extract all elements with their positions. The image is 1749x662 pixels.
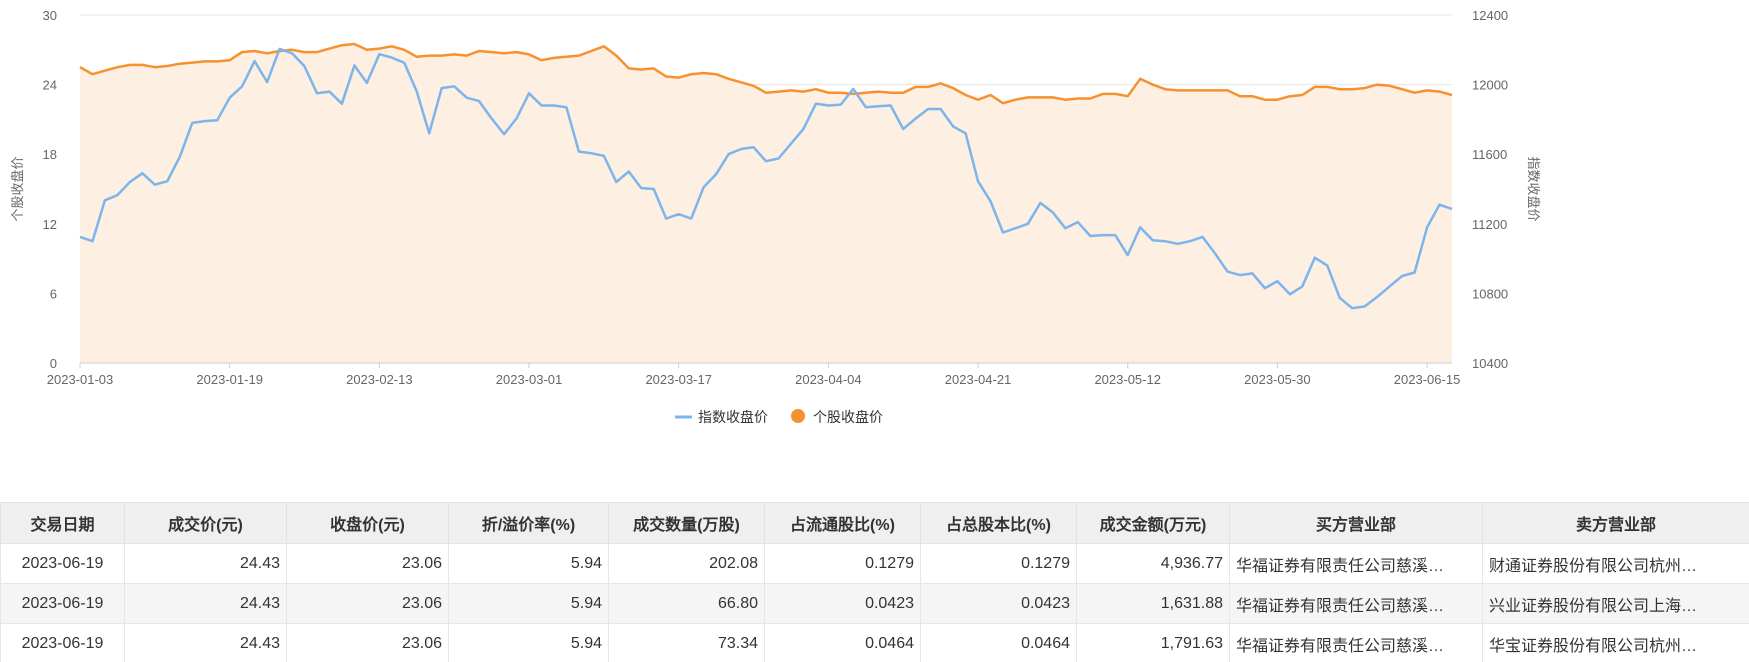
y-left-tick-label: 0 [50, 356, 57, 371]
header-amount[interactable]: 成交金额(万元) [1076, 502, 1230, 544]
header-deal-price[interactable]: 成交价(元) [124, 502, 287, 544]
y-left-tick-label: 6 [50, 286, 57, 301]
cell-float-ratio: 0.1279 [764, 543, 921, 584]
y-right-tick-label: 10800 [1472, 286, 1508, 301]
cell-buyer[interactable]: 华福证券有限责任公司慈溪… [1229, 543, 1483, 584]
header-trade-date[interactable]: 交易日期 [0, 502, 125, 544]
cell-premium-rate: 5.94 [448, 583, 609, 624]
cell-seller[interactable]: 华宝证券股份有限公司杭州… [1482, 623, 1749, 662]
y-left-tick-label: 24 [43, 78, 57, 93]
cell-volume: 202.08 [608, 543, 765, 584]
cell-buyer[interactable]: 华福证券有限责任公司慈溪… [1229, 623, 1483, 662]
y-left-tick-label: 18 [43, 147, 57, 162]
cell-total-ratio: 0.0423 [920, 583, 1077, 624]
y-left-tick-label: 12 [43, 217, 57, 232]
cell-trade-date: 2023-06-19 [0, 623, 125, 662]
cell-buyer[interactable]: 华福证券有限责任公司慈溪… [1229, 583, 1483, 624]
table-row: 2023-06-19 24.43 23.06 5.94 202.08 0.127… [0, 543, 1749, 584]
x-tick-label: 2023-06-15 [1394, 372, 1461, 387]
header-buyer[interactable]: 买方营业部 [1229, 502, 1483, 544]
x-tick-label: 2023-03-17 [645, 372, 712, 387]
cell-trade-date: 2023-06-19 [0, 543, 125, 584]
table-header-row: 交易日期 成交价(元) 收盘价(元) 折/溢价率(%) 成交数量(万股) 占流通… [0, 502, 1749, 544]
cell-amount: 1,791.63 [1076, 623, 1230, 662]
x-tick-label: 2023-04-21 [945, 372, 1012, 387]
cell-amount: 4,936.77 [1076, 543, 1230, 584]
cell-amount: 1,631.88 [1076, 583, 1230, 624]
y-right-tick-label: 12000 [1472, 78, 1508, 93]
x-tick-label: 2023-01-19 [196, 372, 263, 387]
cell-float-ratio: 0.0464 [764, 623, 921, 662]
cell-volume: 66.80 [608, 583, 765, 624]
x-tick-label: 2023-05-30 [1244, 372, 1311, 387]
y-left-tick-label: 30 [43, 8, 57, 23]
x-tick-label: 2023-04-04 [795, 372, 862, 387]
cell-premium-rate: 5.94 [448, 543, 609, 584]
cell-close-price: 23.06 [286, 583, 449, 624]
cell-trade-date: 2023-06-19 [0, 583, 125, 624]
cell-seller[interactable]: 兴业证券股份有限公司上海… [1482, 583, 1749, 624]
y-right-axis-title: 指数收盘价 [1526, 156, 1541, 221]
header-close-price[interactable]: 收盘价(元) [286, 502, 449, 544]
cell-close-price: 23.06 [286, 623, 449, 662]
cell-volume: 73.34 [608, 623, 765, 662]
y-right-tick-label: 12400 [1472, 8, 1508, 23]
y-right-tick-label: 11600 [1472, 147, 1507, 162]
x-tick-label: 2023-01-03 [47, 372, 114, 387]
chart-svg: 2023-01-03 2023-01-19 2023-02-13 2023-03-01… [10, 8, 1541, 425]
header-volume[interactable]: 成交数量(万股) [608, 502, 765, 544]
y-right-tick-label: 11200 [1472, 217, 1507, 232]
header-seller[interactable]: 卖方营业部 [1482, 502, 1749, 544]
cell-deal-price: 24.43 [124, 583, 287, 624]
price-chart: 2023-01-03 2023-01-19 2023-02-13 2023-03-01… [0, 0, 1749, 500]
cell-close-price: 23.06 [286, 543, 449, 584]
header-float-ratio[interactable]: 占流通股比(%) [764, 502, 921, 544]
block-trade-table: 交易日期 成交价(元) 收盘价(元) 折/溢价率(%) 成交数量(万股) 占流通… [0, 502, 1749, 662]
cell-deal-price: 24.43 [124, 543, 287, 584]
cell-deal-price: 24.43 [124, 623, 287, 662]
x-tick-label: 2023-02-13 [346, 372, 413, 387]
x-tick-label: 2023-03-01 [496, 372, 563, 387]
table-row: 2023-06-19 24.43 23.06 5.94 66.80 0.0423… [0, 583, 1749, 624]
cell-premium-rate: 5.94 [448, 623, 609, 662]
cell-float-ratio: 0.0423 [764, 583, 921, 624]
table-row: 2023-06-19 24.43 23.06 5.94 73.34 0.0464… [0, 623, 1749, 662]
legend-stock-swatch [791, 409, 805, 423]
block-trade-table-container: 交易日期 成交价(元) 收盘价(元) 折/溢价率(%) 成交数量(万股) 占流通… [0, 502, 1749, 662]
y-left-axis-title: 个股收盘价 [10, 156, 25, 221]
cell-total-ratio: 0.0464 [920, 623, 1077, 662]
legend-index-label: 指数收盘价 [698, 409, 768, 425]
legend-stock-label: 个股收盘价 [813, 409, 883, 425]
x-tick-label: 2023-05-12 [1094, 372, 1161, 387]
header-premium-rate[interactable]: 折/溢价率(%) [448, 502, 609, 544]
header-total-ratio[interactable]: 占总股本比(%) [920, 502, 1077, 544]
y-right-tick-label: 10400 [1472, 356, 1508, 371]
cell-seller[interactable]: 财通证券股份有限公司杭州… [1482, 543, 1749, 584]
cell-total-ratio: 0.1279 [920, 543, 1077, 584]
